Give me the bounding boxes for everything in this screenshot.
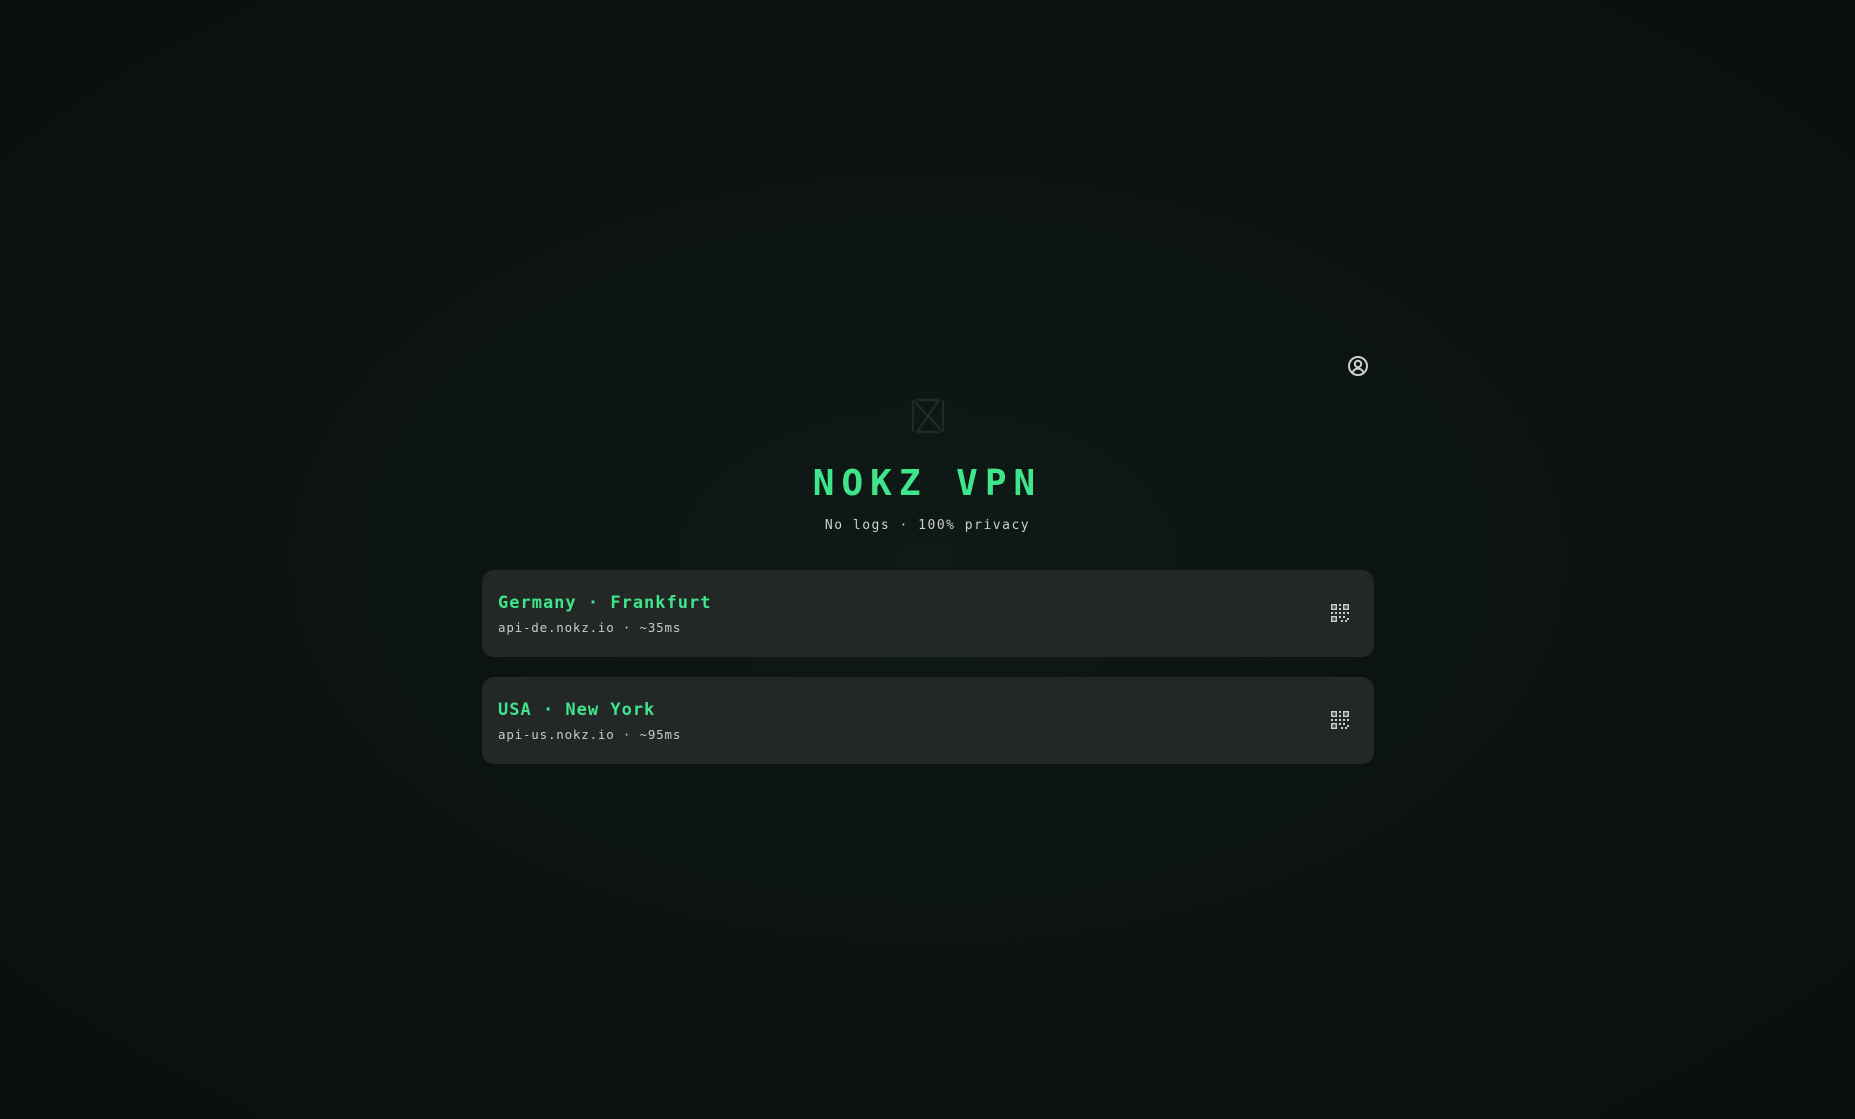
server-name: USA · New York	[498, 700, 656, 720]
app-screen: NOKZ VPN No logs · 100% privacy Germany …	[0, 0, 1855, 1119]
server-card-usa[interactable]: USA · New York api-us.nokz.io · ~95ms	[482, 677, 1374, 764]
server-meta: api-us.nokz.io · ~95ms	[498, 727, 682, 742]
server-card-germany[interactable]: Germany · Frankfurt api-de.nokz.io · ~35…	[482, 570, 1374, 657]
nokz-logo-icon	[911, 398, 945, 434]
profile-button[interactable]	[1346, 354, 1370, 378]
server-name: Germany · Frankfurt	[498, 593, 712, 613]
user-circle-icon	[1348, 356, 1368, 376]
app-title: NOKZ VPN	[812, 463, 1043, 504]
qr-code-icon[interactable]	[1330, 603, 1350, 623]
qr-code-icon[interactable]	[1330, 710, 1350, 730]
app-tagline: No logs · 100% privacy	[824, 518, 1031, 533]
server-meta: api-de.nokz.io · ~35ms	[498, 620, 682, 635]
